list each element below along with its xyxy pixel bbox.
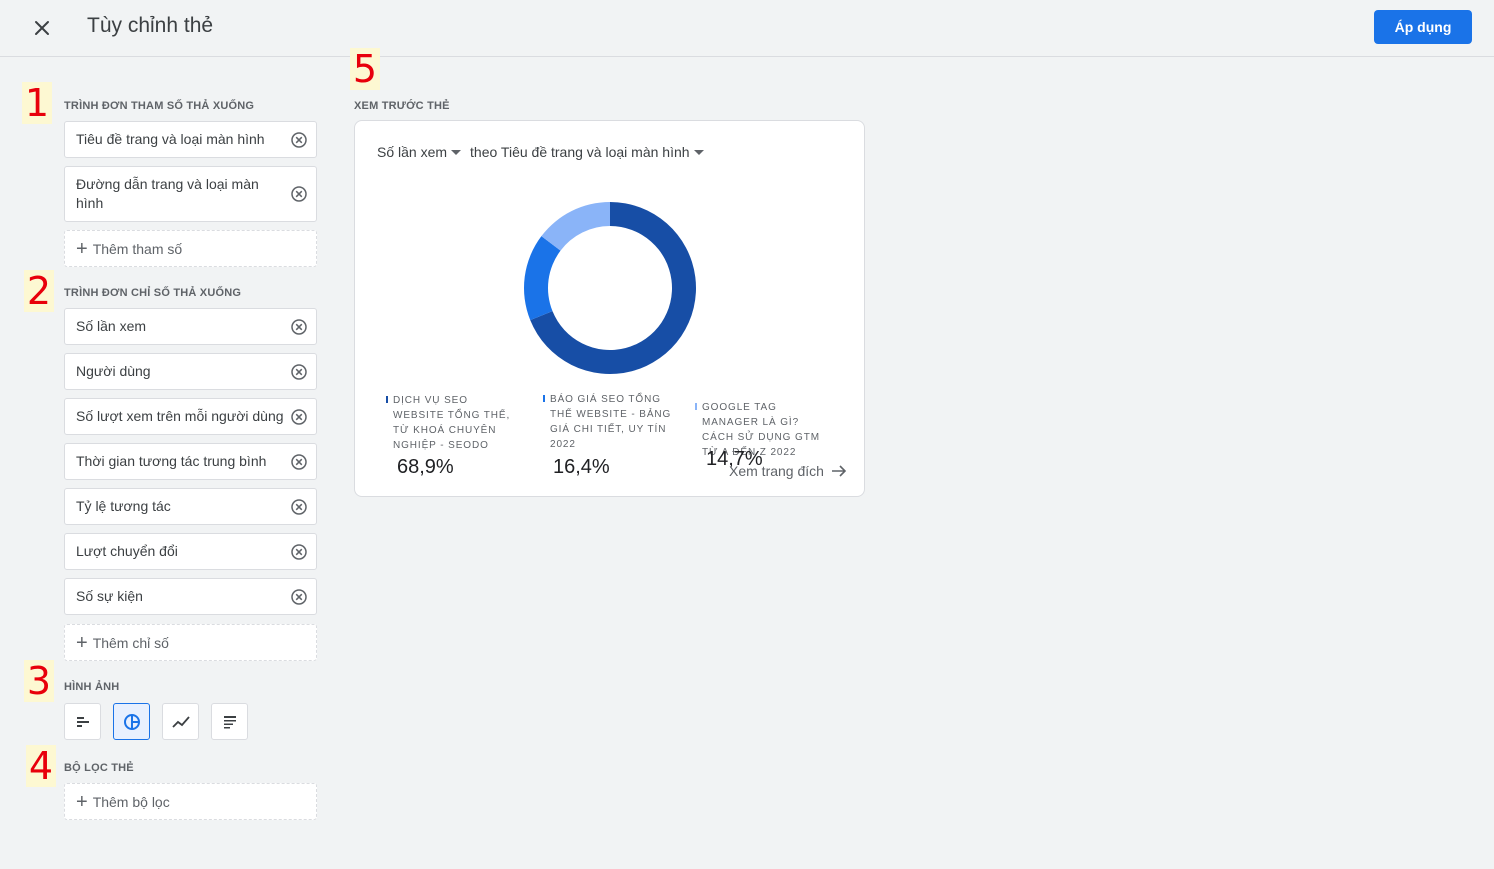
remove-circle-icon[interactable] [290, 408, 308, 426]
remove-circle-icon[interactable] [290, 543, 308, 561]
view-landing-page-link[interactable]: Xem trang đích [729, 463, 847, 479]
donut-chart-icon [123, 713, 140, 730]
remove-circle-icon[interactable] [290, 363, 308, 381]
legend-value: 16,4% [553, 456, 610, 478]
legend-value: 68,9% [397, 456, 454, 478]
legend-item: DỊCH VỤ SEO WEBSITE TỔNG THỂ, TỪ KHOÁ CH… [386, 393, 521, 453]
plus-icon: + [76, 237, 88, 260]
metric-chip-label: Số sự kiện [76, 588, 143, 604]
apply-button[interactable]: Áp dụng [1374, 10, 1472, 44]
metric-chip[interactable]: Số sự kiện [64, 578, 317, 615]
remove-circle-icon[interactable] [290, 131, 308, 149]
bar-chart-icon [76, 716, 89, 727]
metric-chip[interactable]: Tỷ lệ tương tác [64, 488, 317, 525]
plus-icon: + [76, 631, 88, 654]
dimension-chip[interactable]: Tiêu đề trang và loại màn hình [64, 121, 317, 158]
plus-icon: + [76, 790, 88, 813]
metric-selector[interactable]: Số lần xem [377, 144, 447, 160]
metric-chip[interactable]: Người dùng [64, 353, 317, 390]
legend-item: BÁO GIÁ SEO TỔNG THỂ WEBSITE - BẢNG GIÁ … [543, 392, 678, 452]
remove-circle-icon[interactable] [290, 453, 308, 471]
dimension-chip-label: Đường dẫn trang và loại màn hình [76, 176, 259, 211]
remove-circle-icon[interactable] [290, 498, 308, 516]
donut-chart [524, 202, 696, 374]
annotation-marker-3: 3 [24, 660, 54, 702]
page-title: Tùy chỉnh thẻ [87, 14, 214, 37]
preview-card: Số lần xem theo Tiêu đề trang và loại mà… [354, 120, 865, 497]
chevron-down-icon[interactable] [693, 149, 704, 155]
add-metric-button[interactable]: + Thêm chỉ số [64, 624, 317, 661]
annotation-marker-2: 2 [24, 270, 54, 312]
visualization-section-label: HÌNH ẢNH [64, 681, 120, 693]
remove-circle-icon[interactable] [290, 318, 308, 336]
metric-chip[interactable]: Số lần xem [64, 308, 317, 345]
donut-slice[interactable] [541, 202, 610, 251]
remove-circle-icon[interactable] [290, 185, 308, 203]
legend-color-swatch [543, 395, 545, 402]
visualization-table-button[interactable] [211, 703, 248, 740]
legend-label: BÁO GIÁ SEO TỔNG THỂ WEBSITE - BẢNG GIÁ … [550, 394, 672, 450]
metric-chip-label: Thời gian tương tác trung bình [76, 453, 267, 469]
metric-chip[interactable]: Số lượt xem trên mỗi người dùng [64, 398, 317, 435]
filters-section-label: BỘ LỌC THẺ [64, 762, 134, 774]
dimension-chip-label: Tiêu đề trang và loại màn hình [76, 131, 265, 147]
add-dimension-button[interactable]: + Thêm tham số [64, 230, 317, 267]
annotation-marker-5: 5 [350, 48, 380, 90]
metric-chip-label: Lượt chuyển đổi [76, 543, 178, 559]
metric-chip-label: Số lần xem [76, 318, 147, 334]
view-landing-page-label: Xem trang đích [729, 463, 824, 479]
add-filter-label: Thêm bộ lọc [92, 793, 170, 810]
donut-slice[interactable] [524, 236, 561, 321]
legend-color-swatch [695, 403, 697, 410]
metric-chip-label: Người dùng [76, 363, 151, 379]
metric-chip[interactable]: Thời gian tương tác trung bình [64, 443, 317, 480]
top-bar: Tùy chỉnh thẻ Áp dụng [0, 0, 1494, 57]
add-metric-label: Thêm chỉ số [92, 634, 169, 651]
add-dimension-label: Thêm tham số [92, 240, 183, 257]
metrics-section-label: TRÌNH ĐƠN CHỈ SỐ THẢ XUỐNG [64, 287, 242, 299]
card-header: Số lần xem theo Tiêu đề trang và loại mà… [377, 144, 713, 160]
visualization-donut-button[interactable] [113, 703, 150, 740]
visualization-line-button[interactable] [162, 703, 199, 740]
arrow-right-icon [831, 465, 847, 477]
chevron-down-icon[interactable] [451, 149, 462, 155]
table-icon [223, 715, 236, 728]
dimension-selector[interactable]: theo Tiêu đề trang và loại màn hình [470, 144, 689, 160]
visualization-bar-button[interactable] [64, 703, 101, 740]
dimension-chip[interactable]: Đường dẫn trang và loại màn hình [64, 166, 317, 222]
annotation-marker-1: 1 [22, 82, 52, 124]
metric-chip[interactable]: Lượt chuyển đổi [64, 533, 317, 570]
remove-circle-icon[interactable] [290, 588, 308, 606]
metric-chip-label: Tỷ lệ tương tác [76, 498, 171, 514]
line-chart-icon [171, 715, 190, 728]
preview-section-label: XEM TRƯỚC THẺ [354, 100, 450, 112]
close-button[interactable] [27, 13, 57, 43]
metric-chip-label: Số lượt xem trên mỗi người dùng [76, 408, 284, 424]
legend-color-swatch [386, 396, 388, 403]
annotation-marker-4: 4 [26, 745, 56, 787]
dimensions-section-label: TRÌNH ĐƠN THAM SỐ THẢ XUỐNG [64, 100, 255, 112]
legend-label: DỊCH VỤ SEO WEBSITE TỔNG THỂ, TỪ KHOÁ CH… [393, 395, 511, 451]
add-filter-button[interactable]: + Thêm bộ lọc [64, 783, 317, 820]
close-icon [35, 21, 49, 35]
